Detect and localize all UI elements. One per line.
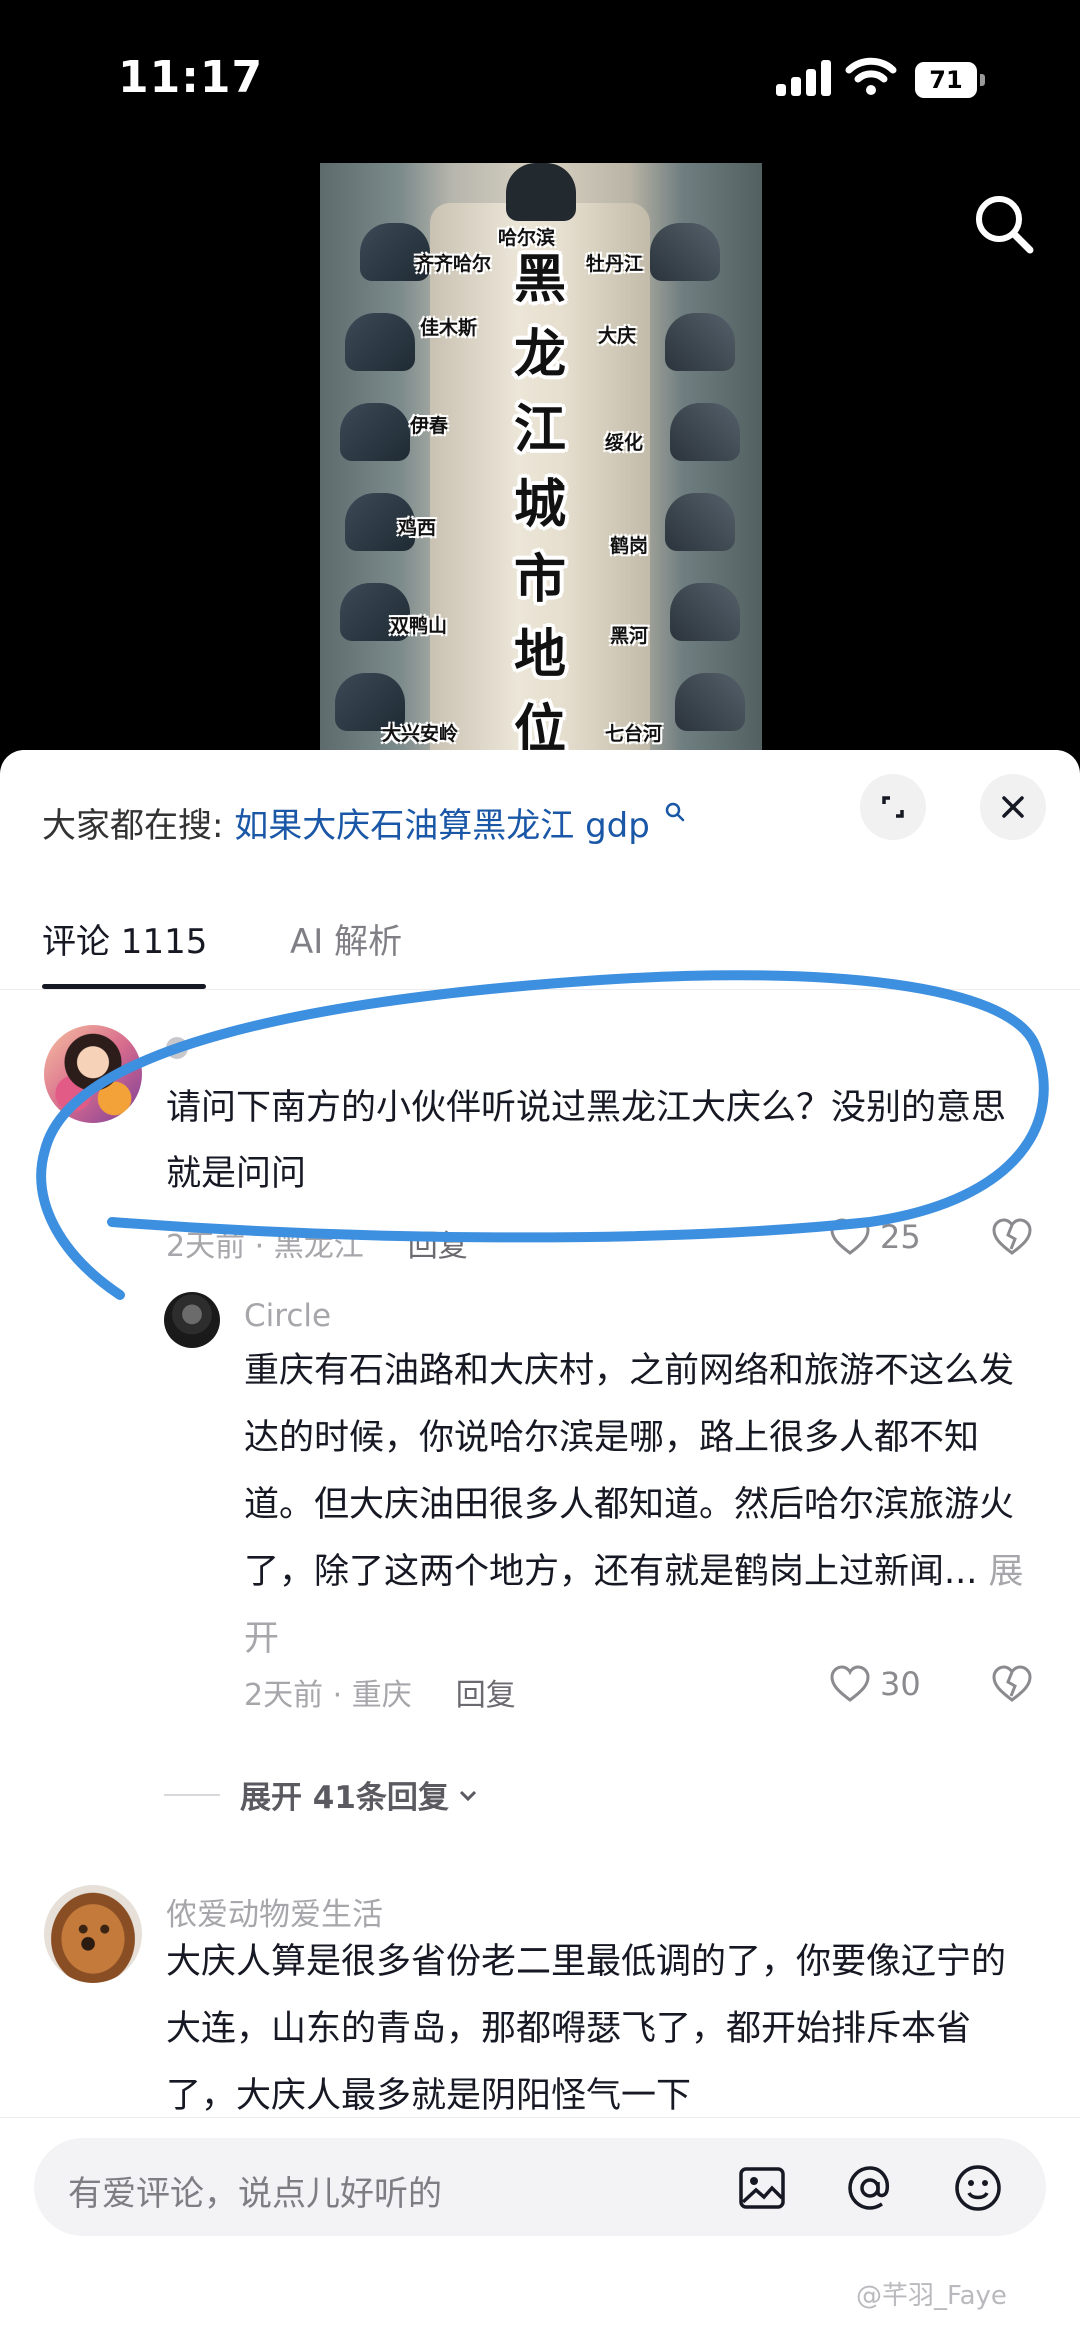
author-name[interactable]: Circle [244,1298,331,1334]
input-placeholder: 有爱评论，说点儿好听的 [68,2174,442,2214]
comment-meta: 2天前 · 黑龙江 回复 [166,1221,468,1265]
comment-time-location: 2天前 · 黑龙江 [166,1229,364,1264]
chevron-down-icon [459,1790,476,1801]
author-name[interactable]: 侬爱动物爱生活 [166,1889,383,1934]
city-label: 绥化 [605,432,644,454]
poster-title: 黑 龙 江 城 市 地 位 [513,250,566,760]
tab-active-indicator [42,984,206,989]
avatar[interactable] [44,1885,142,1983]
comment-body: 重庆有石油路和大庆村，之前网络和旅游不这么发达的时候，你说哈尔滨是哪，路上很多人… [244,1351,1015,1592]
cellular-signal-icon [776,60,832,96]
close-icon [1002,796,1024,818]
expand-button[interactable] [860,774,926,840]
broken-heart-icon [992,1218,1032,1255]
city-label: 大庆 [598,325,637,347]
dislike-button[interactable] [990,1664,1034,1708]
comment-meta: 2天前 · 重庆 回复 [244,1670,516,1714]
status-bar: 11:17 71 [0,0,1080,150]
battery-level: 71 [915,62,977,98]
like-button[interactable]: 30 [828,1664,921,1704]
heart-icon [830,1218,870,1255]
dislike-button[interactable] [990,1217,1034,1261]
watermark: @芊羽_Faye [856,2281,1007,2311]
battery-icon: 71 [915,62,985,98]
tab-bar: 评论 1115 AI 解析 [0,900,1080,990]
city-label: 齐齐哈尔 [415,253,492,275]
comment-text: 重庆有石油路和大庆村，之前网络和旅游不这么发达的时候，你说哈尔滨是哪，路上很多人… [244,1338,1034,1673]
clock: 11:17 [118,52,264,103]
tab-ai-analysis[interactable]: AI 解析 [290,914,402,963]
comment-text: 大庆人算是很多省份老二里最低调的了，你要像辽宁的大连，山东的青岛，那都嘚瑟飞了，… [166,1942,1007,2116]
reply-button[interactable]: 回复 [408,1229,468,1264]
expand-replies-label: 展开 41条回复 [240,1780,449,1816]
expand-icon [882,796,904,818]
heart-icon [830,1665,870,1702]
close-button[interactable] [980,774,1046,840]
search-icon [664,792,686,822]
apple-icon [166,1037,188,1059]
video-thumbnail[interactable]: 黑 龙 江 城 市 地 位 哈尔滨 齐齐哈尔 牡丹江 佳木斯 大庆 伊春 绥化 … [320,163,762,763]
expand-replies-button[interactable]: 展开 41条回复 [164,1772,481,1817]
wifi-icon [845,56,897,96]
search-icon[interactable] [970,190,1040,260]
city-label: 双鸭山 [390,615,448,637]
like-count: 25 [880,1218,921,1256]
comment-input[interactable]: 有爱评论，说点儿好听的 [34,2138,1046,2236]
city-label: 黑河 [610,625,649,647]
comment-text: 请问下南方的小伙伴听说过黑龙江大庆么？没别的意思就是问问 [166,1088,1007,1194]
city-label: 佳木斯 [420,317,478,339]
trending-search[interactable]: 大家都在搜: 如果大庆石油算黑龙江 gdp [42,798,686,847]
reply-button[interactable]: 回复 [456,1678,516,1713]
trending-prefix: 大家都在搜: [42,806,224,846]
city-label: 伊春 [410,415,449,437]
divider-line [164,1793,220,1796]
comments-sheet: 大家都在搜: 如果大庆石油算黑龙江 gdp 评论 1115 AI 解析 请问下南… [0,750,1080,2341]
mention-icon[interactable] [842,2160,898,2216]
city-label: 大兴安岭 [382,723,459,745]
tab-comments[interactable]: 评论 1115 [42,914,207,963]
image-icon[interactable] [734,2160,790,2216]
avatar[interactable] [44,1025,142,1123]
avatar[interactable] [164,1292,220,1348]
broken-heart-icon [992,1665,1032,1702]
like-button[interactable]: 25 [828,1217,921,1257]
city-label: 鹤岗 [610,535,649,557]
like-count: 30 [880,1665,921,1703]
city-label: 鸡西 [398,517,437,539]
city-label: 哈尔滨 [498,227,556,249]
city-label: 牡丹江 [586,253,644,275]
trending-query-link[interactable]: 如果大庆石油算黑龙江 gdp [234,806,650,846]
emoji-icon[interactable] [950,2160,1006,2216]
city-label: 七台河 [605,723,663,745]
comment-time-location: 2天前 · 重庆 [244,1678,412,1713]
